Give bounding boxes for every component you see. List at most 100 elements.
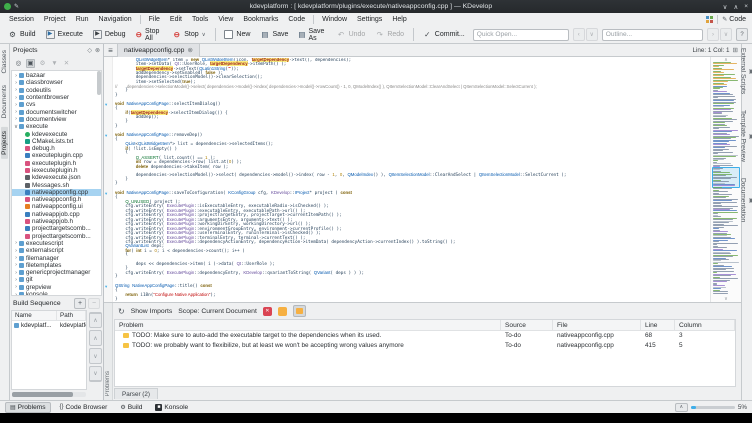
move-bottom-button[interactable]: ∨ [89, 366, 102, 382]
menu-edit[interactable]: Edit [165, 16, 187, 23]
column-file[interactable]: File [553, 320, 641, 331]
filter-hints-button[interactable] [292, 305, 306, 317]
code-editor[interactable]: ▾ ▾ ▾ ▾ QListWidgetItem* item = new QListWi… [104, 57, 741, 302]
tree-item-filetemplates[interactable]: › filetemplates [12, 262, 101, 269]
stop-button[interactable]: Stop∨ [168, 29, 209, 40]
sidebar-tab-documents[interactable]: Documents [1, 81, 8, 122]
filter-warnings-icon[interactable] [277, 306, 287, 316]
statusbar-konsole[interactable]: ■ Konsole [151, 402, 192, 413]
fold-marker-icon[interactable]: ▾ [105, 133, 107, 138]
fold-marker-icon[interactable]: ▾ [105, 102, 107, 107]
tree-scrollbar[interactable] [97, 71, 101, 95]
tree-item-externalscript[interactable]: › externalscript [12, 247, 101, 254]
area-code-button[interactable]: ✎ Code [722, 16, 748, 23]
menu-bookmarks[interactable]: Bookmarks [238, 16, 283, 23]
tree-item-executeplugin-h[interactable]: executeplugin.h [12, 160, 101, 167]
build-button[interactable]: Build [4, 29, 40, 40]
tree-item-nativeappconfig-h[interactable]: nativeappconfig.h [12, 196, 101, 203]
menu-tools[interactable]: Tools [187, 16, 213, 23]
commit-button[interactable]: Commit... [419, 29, 469, 40]
build-sequence-row[interactable]: kdevplatf... kdevplatform [12, 321, 86, 330]
expand-panel-button[interactable]: ∧ [674, 402, 688, 412]
toolview-tab-external-scripts[interactable]: ▣ External Scripts [740, 48, 752, 94]
move-down-button[interactable]: ∨ [89, 348, 102, 364]
new-button[interactable]: New [220, 29, 254, 40]
menu-code[interactable]: Code [283, 16, 310, 23]
menu-settings[interactable]: Settings [352, 16, 387, 23]
tree-item-cvs[interactable]: › cvs [12, 101, 101, 108]
statusbar-problems[interactable]: ▤ Problems [5, 401, 51, 413]
nav-forward-button[interactable]: › [707, 28, 719, 41]
save-button[interactable]: Save [256, 29, 292, 40]
area-switcher-icon[interactable] [706, 16, 714, 23]
tree-item-documentview[interactable]: › documentview [12, 116, 101, 123]
save-as-button[interactable]: Save As [294, 27, 330, 43]
tab-nativeappconfig-cpp[interactable]: nativeappconfig.cpp ⊗ [117, 43, 200, 57]
browse-mode-button[interactable]: ? [736, 28, 748, 41]
problem-row[interactable]: TODO: we probably want to flexibilize, b… [115, 341, 735, 351]
locate-document-icon[interactable]: ◎ [14, 59, 23, 68]
tree-item-nativeappjob-h[interactable]: nativeappjob.h [12, 218, 101, 225]
zoom-slider[interactable] [690, 405, 735, 409]
menu-window[interactable]: Window [317, 16, 352, 23]
tree-item-debug-h[interactable]: debug.h [12, 145, 101, 152]
menu-view[interactable]: View [213, 16, 238, 23]
tree-item-contentbrowser[interactable]: › contentbrowser [12, 94, 101, 101]
scope-dropdown[interactable]: Scope: Current Document [178, 308, 257, 315]
minimap-scrollbar[interactable]: ∧ ∨ [710, 57, 741, 302]
nav-back-button[interactable]: ‹ [572, 28, 585, 41]
move-top-button[interactable]: ∧ [89, 312, 102, 328]
tree-item-documentswitcher[interactable]: › documentswitcher [12, 108, 101, 116]
tree-item-filemanager[interactable]: › filemanager [12, 254, 101, 262]
column-name[interactable]: Name [12, 311, 57, 321]
close-panel-icon[interactable]: ⊗ [95, 47, 100, 54]
column-source[interactable]: Source [501, 320, 553, 331]
remove-from-build-sequence-button[interactable]: − [88, 297, 100, 309]
refresh-icon[interactable]: ↻ [118, 307, 125, 316]
menu-help[interactable]: Help [387, 16, 411, 23]
tree-item-kdevexecute[interactable]: kdevexecute [12, 130, 101, 138]
tree-item-nativeappconfig-cpp[interactable]: nativeappconfig.cpp [12, 188, 101, 197]
float-panel-icon[interactable]: ◇ [87, 47, 92, 54]
toolview-tab-template-preview[interactable]: ▣ Template Preview [740, 110, 752, 162]
tree-item-projecttargetscomb[interactable]: projecttargetscomb... [12, 233, 101, 240]
tree-item-executescript[interactable]: › executescript [12, 240, 101, 247]
tree-item-projecttargetscomb[interactable]: projecttargetscomb... [12, 225, 101, 232]
menu-navigation[interactable]: Navigation [94, 16, 137, 23]
document-menu-icon[interactable]: ≡ [104, 46, 117, 55]
tree-item-messages-sh[interactable]: Messages.sh [12, 181, 101, 189]
column-problem[interactable]: Problem [115, 320, 501, 331]
close-icon[interactable]: × [744, 3, 748, 11]
statusbar-code-browser[interactable]: {} Code Browser [56, 402, 112, 413]
show-targets-icon[interactable]: ▣ [26, 58, 35, 68]
move-up-button[interactable]: ∧ [89, 330, 102, 346]
quick-open-input[interactable] [472, 28, 569, 41]
debug-button[interactable]: Debug [89, 29, 130, 40]
statusbar-build[interactable]: ⚙ Build [116, 402, 146, 413]
menu-project[interactable]: Project [39, 16, 71, 23]
menu-run[interactable]: Run [71, 16, 94, 23]
toolview-tab-documentation[interactable]: ▣ Documentation [740, 178, 752, 222]
fold-marker-icon[interactable]: ▾ [105, 284, 107, 289]
tree-item-cmakelists-txt[interactable]: CMakeLists.txt [12, 138, 101, 145]
column-path[interactable]: Path [57, 311, 86, 321]
tab-close-icon[interactable]: ⊗ [187, 46, 192, 54]
tree-item-nativeappconfig-ui[interactable]: nativeappconfig.ui [12, 203, 101, 210]
outline-input[interactable] [601, 28, 703, 41]
tree-item-git[interactable]: › git [12, 276, 101, 283]
tree-item-kdevexecute-json[interactable]: kdevexecute.json [12, 174, 101, 181]
minimize-icon[interactable]: ∨ [723, 3, 728, 11]
show-imports-button[interactable]: Show Imports [131, 308, 173, 315]
problem-row[interactable]: TODO: Make sure to auto-add the executab… [115, 331, 735, 341]
tree-item-execute[interactable]: ∨ execute [12, 123, 101, 130]
tree-item-genericprojectmanager[interactable]: › genericprojectmanager [12, 269, 101, 276]
horizontal-scrollbar[interactable] [12, 392, 86, 397]
nav-back-dropdown[interactable]: ∨ [585, 28, 598, 41]
tree-item-nativeappjob-cpp[interactable]: nativeappjob.cpp [12, 211, 101, 218]
tree-item-classbrowser[interactable]: › classbrowser [12, 79, 101, 86]
execute-button[interactable]: Execute [42, 29, 87, 40]
menu-session[interactable]: Session [4, 16, 39, 23]
tree-item-iexecuteplugin-h[interactable]: iexecuteplugin.h [12, 167, 101, 174]
sidebar-tab-classes[interactable]: Classes [1, 46, 8, 77]
menu-file[interactable]: File [144, 16, 165, 23]
